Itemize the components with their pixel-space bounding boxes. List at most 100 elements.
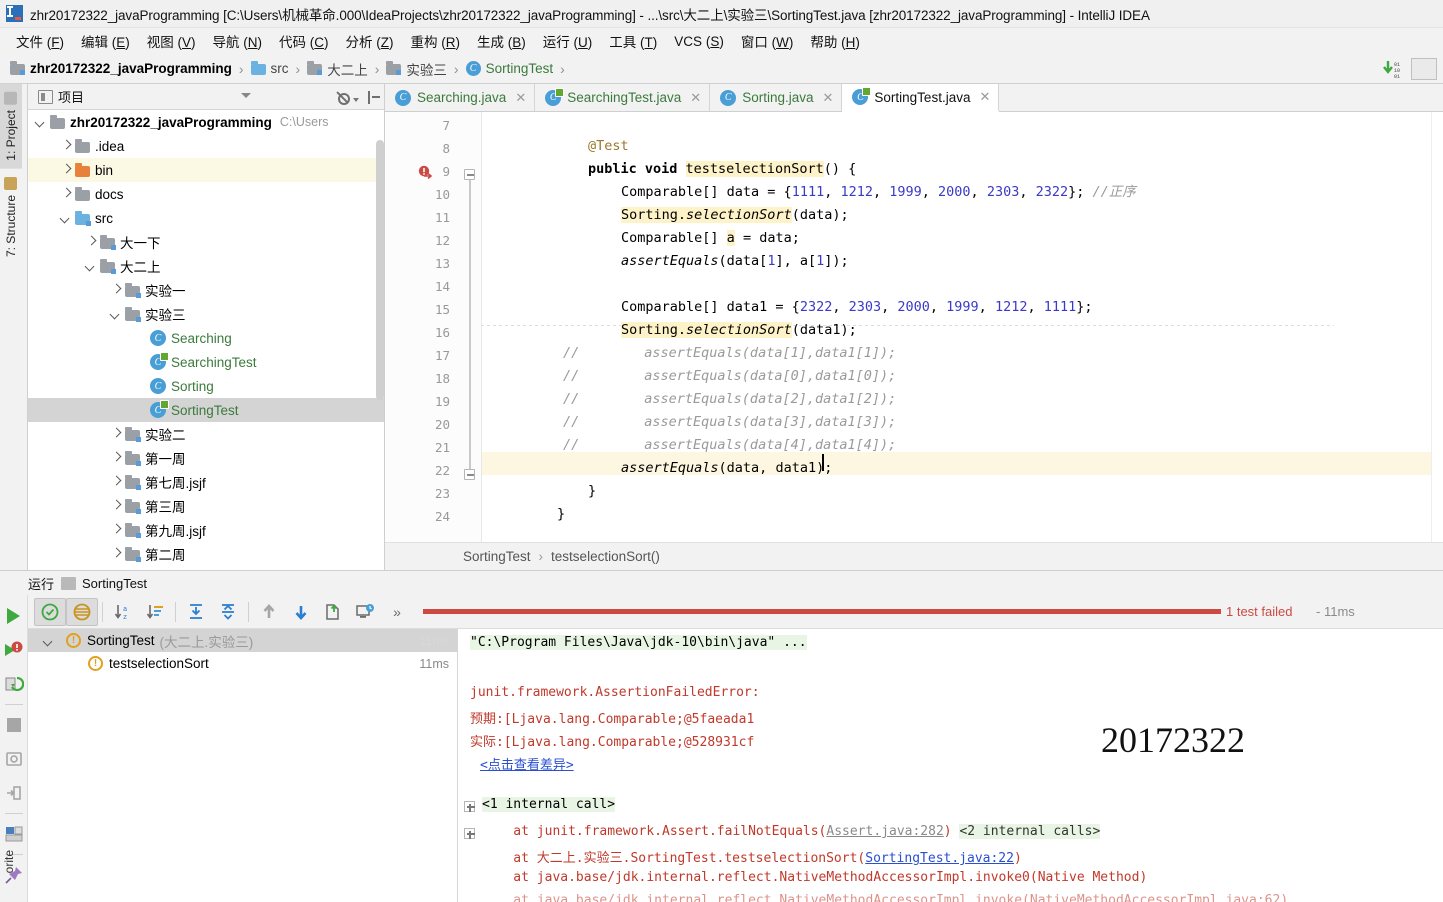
tree-item-daershang[interactable]: 大二上 bbox=[28, 254, 384, 278]
editor-gutter[interactable]: 7 8 9 10 11 12 13 14 15 16 17 18 19 20 2… bbox=[385, 112, 460, 542]
chevron-right-icon[interactable] bbox=[111, 477, 121, 487]
menu-item-file[interactable]: 文件 (F) bbox=[8, 29, 73, 53]
stop-icon[interactable] bbox=[1, 708, 27, 742]
breadcrumb-item-package2[interactable]: 实验三 bbox=[386, 59, 447, 79]
stacktrace-link-sortingtest[interactable]: SortingTest.java:22 bbox=[865, 851, 1014, 866]
test-tree-rows[interactable]: ! SortingTest (大二上.实验三) 11ms ! testselec… bbox=[28, 629, 457, 902]
editor-tab-sortingtest[interactable]: C SortingTest.java ✕ bbox=[842, 84, 1000, 112]
menu-item-analyze[interactable]: 分析 (Z) bbox=[338, 29, 403, 53]
menu-item-window[interactable]: 窗口 (W) bbox=[733, 29, 803, 53]
tree-item-shiyanyi[interactable]: 实验一 bbox=[28, 278, 384, 302]
menu-item-tools[interactable]: 工具 (T) bbox=[601, 29, 666, 53]
fold-marker-method[interactable] bbox=[464, 169, 475, 180]
menu-item-view[interactable]: 视图 (V) bbox=[139, 29, 205, 53]
menu-item-build[interactable]: 生成 (B) bbox=[469, 29, 535, 53]
breadcrumb-method[interactable]: testselectionSort() bbox=[551, 549, 660, 564]
chevron-down-icon[interactable] bbox=[44, 636, 54, 646]
prev-failed-icon[interactable] bbox=[253, 598, 285, 626]
collapse-all-icon[interactable] bbox=[212, 598, 244, 626]
tree-item-dijiuzhou[interactable]: 第九周.jsjf bbox=[28, 518, 384, 542]
editor-scrollbar[interactable] bbox=[1431, 112, 1443, 542]
run-config-tab[interactable]: SortingTest bbox=[61, 576, 147, 591]
settings-box-icon[interactable] bbox=[1411, 58, 1437, 80]
run-test-error-icon[interactable] bbox=[417, 165, 433, 180]
chevron-right-icon[interactable] bbox=[111, 429, 121, 439]
menu-item-refactor[interactable]: 重构 (R) bbox=[403, 29, 470, 53]
tree-item-disanzhou[interactable]: 第三周 bbox=[28, 494, 384, 518]
test-row-method[interactable]: ! testselectionSort 11ms bbox=[28, 652, 457, 675]
console-link-view-diff[interactable]: <点击查看差异> bbox=[480, 754, 574, 773]
chevron-right-icon[interactable] bbox=[61, 189, 71, 199]
menu-item-help[interactable]: 帮助 (H) bbox=[802, 29, 869, 53]
history-icon[interactable] bbox=[349, 598, 381, 626]
expand-stacktrace-icon[interactable] bbox=[464, 828, 475, 839]
menu-item-code[interactable]: 代码 (C) bbox=[271, 29, 338, 53]
sort-by-duration-icon[interactable] bbox=[139, 598, 171, 626]
editor-fold-column[interactable] bbox=[460, 112, 482, 542]
dump-threads-icon[interactable] bbox=[1, 742, 27, 776]
chevron-right-icon[interactable] bbox=[111, 453, 121, 463]
tree-item-shiyansan[interactable]: 实验三 bbox=[28, 302, 384, 326]
breadcrumb-item-project[interactable]: zhr20172322_javaProgramming bbox=[10, 61, 232, 76]
chevron-right-icon[interactable] bbox=[111, 501, 121, 511]
sidebar-tab-structure[interactable]: 7: Structure bbox=[0, 169, 22, 265]
sort-alphabetically-icon[interactable]: a z bbox=[107, 598, 139, 626]
chevron-right-icon[interactable] bbox=[61, 165, 71, 175]
breadcrumb-item-class[interactable]: C SortingTest bbox=[465, 61, 553, 76]
sidebar-tab-project[interactable]: 1: Project bbox=[0, 84, 22, 169]
tree-item-idea[interactable]: .idea bbox=[28, 134, 384, 158]
test-results-tree[interactable]: a z » 1 test failed - 11ms ! SortingTest… bbox=[28, 595, 1443, 902]
console-output[interactable]: "C:\Program Files\Java\jdk-10\bin\java" … bbox=[458, 595, 1443, 902]
exit-icon[interactable] bbox=[1, 776, 27, 810]
code-editor[interactable]: 7 8 9 10 11 12 13 14 15 16 17 18 19 20 2… bbox=[385, 112, 1443, 542]
chevron-right-icon[interactable] bbox=[86, 237, 96, 247]
console-text[interactable]: "C:\Program Files\Java\jdk-10\bin\java" … bbox=[458, 629, 1443, 902]
test-row-class[interactable]: ! SortingTest (大二上.实验三) 11ms bbox=[28, 629, 457, 652]
editor-tab-sorting[interactable]: C Sorting.java ✕ bbox=[710, 84, 843, 111]
project-tree[interactable]: zhr20172322_javaProgramming C:\Users .id… bbox=[28, 110, 384, 570]
breadcrumb-item-package1[interactable]: 大二上 bbox=[307, 59, 368, 79]
toggle-auto-test-icon[interactable] bbox=[1, 667, 27, 701]
menu-item-run[interactable]: 运行 (U) bbox=[535, 29, 602, 53]
show-passed-icon[interactable] bbox=[34, 597, 66, 626]
more-icon[interactable]: » bbox=[381, 598, 413, 626]
chevron-down-icon[interactable] bbox=[241, 93, 251, 98]
chevron-down-icon[interactable] bbox=[353, 98, 359, 102]
tree-item-searching[interactable]: C Searching bbox=[28, 326, 384, 350]
chevron-right-icon[interactable] bbox=[61, 141, 71, 151]
editor-tab-searchingtest[interactable]: C SearchingTest.java ✕ bbox=[535, 84, 711, 111]
editor-tab-searching[interactable]: C Searching.java ✕ bbox=[385, 84, 536, 111]
close-icon[interactable]: ✕ bbox=[979, 89, 990, 105]
chevron-down-icon[interactable] bbox=[61, 213, 71, 223]
menu-item-vcs[interactable]: VCS (S) bbox=[666, 32, 733, 51]
tree-item-bin[interactable]: bin bbox=[28, 158, 384, 182]
expand-stacktrace-icon[interactable] bbox=[464, 801, 475, 812]
chevron-down-icon[interactable] bbox=[36, 117, 46, 127]
fold-marker-comment[interactable] bbox=[464, 469, 475, 480]
menu-item-edit[interactable]: 编辑 (E) bbox=[73, 29, 139, 53]
breadcrumb-item-src[interactable]: src bbox=[250, 61, 289, 76]
rerun-failed-icon[interactable] bbox=[1, 633, 27, 667]
breadcrumb-class[interactable]: SortingTest bbox=[463, 549, 531, 564]
tree-item-dayixia[interactable]: 大一下 bbox=[28, 230, 384, 254]
tree-item-searchingtest[interactable]: C SearchingTest bbox=[28, 350, 384, 374]
tree-item-project-root[interactable]: zhr20172322_javaProgramming C:\Users bbox=[28, 110, 384, 134]
download-update-icon[interactable]: 01 10 01 bbox=[1381, 59, 1407, 80]
chevron-right-icon[interactable] bbox=[111, 285, 121, 295]
tree-item-src[interactable]: src bbox=[28, 206, 384, 230]
favorites-tab[interactable]: orites bbox=[2, 850, 28, 902]
tree-item-diyizhou[interactable]: 第一周 bbox=[28, 446, 384, 470]
chevron-right-icon[interactable] bbox=[111, 549, 121, 559]
expand-all-icon[interactable] bbox=[180, 598, 212, 626]
menu-item-navigate[interactable]: 导航 (N) bbox=[205, 29, 272, 53]
tree-item-diqizhou[interactable]: 第七周.jsjf bbox=[28, 470, 384, 494]
chevron-down-icon[interactable] bbox=[86, 261, 96, 271]
rerun-icon[interactable] bbox=[1, 599, 27, 633]
collapse-all-icon[interactable] bbox=[367, 90, 380, 104]
tree-item-shiyaner[interactable]: 实验二 bbox=[28, 422, 384, 446]
tree-item-sortingtest[interactable]: C SortingTest bbox=[28, 398, 384, 422]
tree-item-sorting[interactable]: C Sorting bbox=[28, 374, 384, 398]
export-icon[interactable] bbox=[317, 598, 349, 626]
next-failed-icon[interactable] bbox=[285, 598, 317, 626]
code-text-area[interactable]: @Test public void testselectionSort() { … bbox=[482, 112, 1431, 542]
